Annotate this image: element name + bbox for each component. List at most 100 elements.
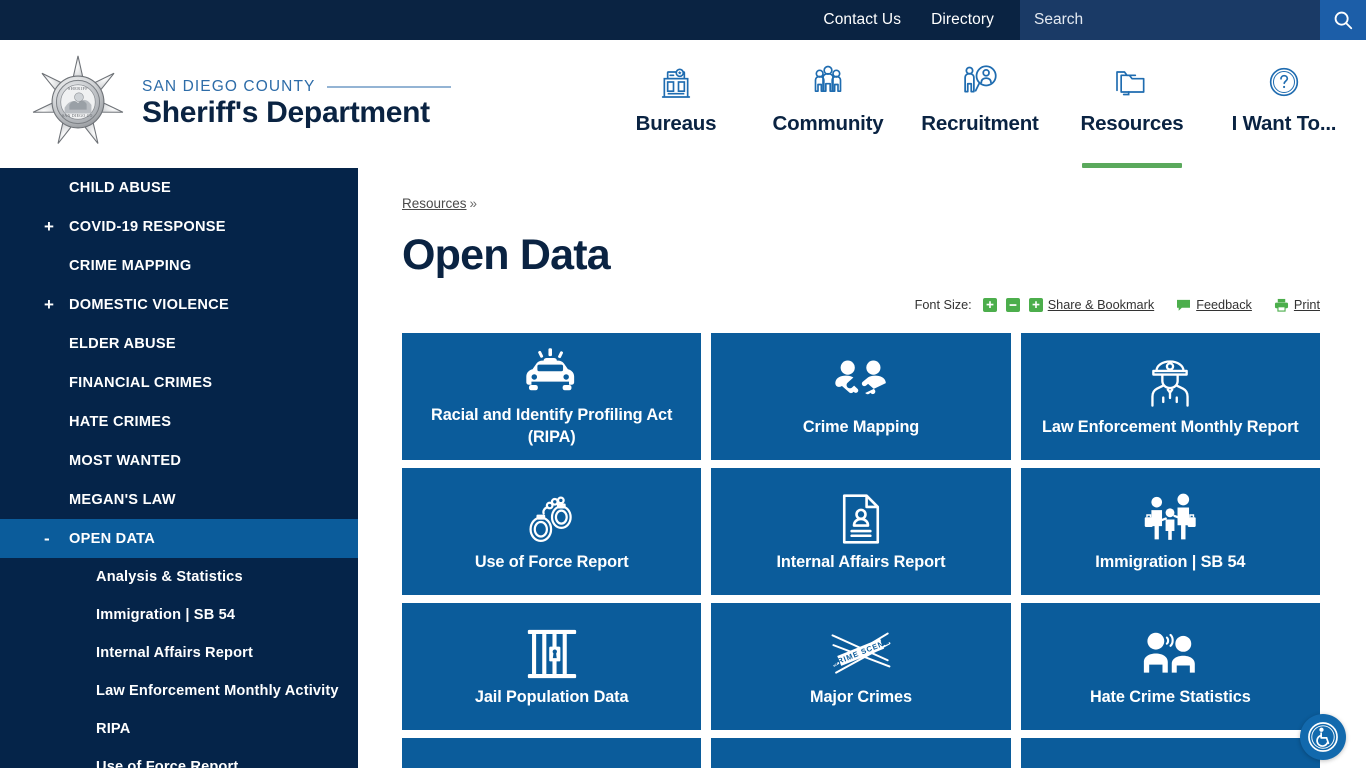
sidebar-item-label: CRIME MAPPING <box>69 257 192 274</box>
sidebar-item-immigration-sb-54[interactable]: Immigration | SB 54 <box>0 596 358 634</box>
tile-use-of-force-report[interactable]: Use of Force Report <box>402 468 702 596</box>
sidebar-item-financial-crimes[interactable]: FINANCIAL CRIMES <box>0 363 358 402</box>
feedback-label[interactable]: Feedback <box>1196 298 1252 312</box>
tile-partial-row-3[interactable] <box>1020 738 1320 768</box>
sidebar-item-law-enforcement-monthly-activity[interactable]: Law Enforcement Monthly Activity <box>0 672 358 710</box>
search-submit-button[interactable] <box>1320 0 1366 40</box>
sidebar-item-most-wanted[interactable]: MOST WANTED <box>0 441 358 480</box>
font-size-decrease-button[interactable] <box>1005 298 1020 313</box>
question-mark-circle-icon <box>1264 60 1304 104</box>
tile-crime-mapping[interactable]: Crime Mapping <box>711 333 1011 461</box>
nav-active-underline-community <box>778 163 878 168</box>
tile-law-enforcement-monthly-report[interactable]: Law Enforcement Monthly Report <box>1020 333 1320 461</box>
family-luggage-icon <box>1139 488 1201 550</box>
sidebar-item-internal-affairs-report[interactable]: Internal Affairs Report <box>0 634 358 672</box>
speech-bubble-icon <box>1177 299 1191 311</box>
nav-item-resources[interactable]: Resources <box>1056 50 1208 168</box>
sidebar-item-label: OPEN DATA <box>69 530 156 547</box>
nav-item-i-want-to[interactable]: I Want To... <box>1208 50 1360 168</box>
expand-plus-icon[interactable]: + <box>44 218 54 235</box>
tile-label: Major Crimes <box>810 687 912 706</box>
tile-partial-row-2[interactable] <box>711 738 1011 768</box>
nav-label-recruitment: Recruitment <box>921 112 1039 135</box>
breadcrumb-link-resources[interactable]: Resources <box>402 196 467 211</box>
sidebar-item-hate-crimes[interactable]: HATE CRIMES <box>0 402 358 441</box>
nav-item-bureaus[interactable]: Bureaus <box>600 50 752 168</box>
sidebar-item-label: DOMESTIC VIOLENCE <box>69 296 229 313</box>
sidebar-item-label: ELDER ABUSE <box>69 335 176 352</box>
sidebar-item-crime-mapping[interactable]: CRIME MAPPING <box>0 246 358 285</box>
sidebar-item-label: FINANCIAL CRIMES <box>69 374 213 391</box>
sidebar-item-label: Analysis & Statistics <box>96 569 243 585</box>
tile-major-crimes[interactable]: CRIME SCENE Major Crimes <box>711 603 1011 731</box>
sidebar-item-open-data[interactable]: - OPEN DATA <box>0 519 358 558</box>
site-logo-link[interactable]: SHERIFF SAN DIEGO CO. SAN DIEGO COUNTY S… <box>0 40 452 150</box>
tile-label: Internal Affairs Report <box>776 552 946 571</box>
sidebar-item-megans-law[interactable]: MEGAN'S LAW <box>0 480 358 519</box>
sidebar-item-ripa[interactable]: RIPA <box>0 710 358 748</box>
tile-label: Law Enforcement Monthly Report <box>1042 417 1299 436</box>
sidebar-item-label: RIPA <box>96 721 131 737</box>
police-officer-icon <box>1144 353 1196 415</box>
crime-scene-tape-icon: CRIME SCENE <box>829 623 893 685</box>
font-size-label: Font Size: <box>914 298 972 313</box>
sidebar-item-analysis-statistics[interactable]: Analysis & Statistics <box>0 558 358 596</box>
sidebar-item-label: Immigration | SB 54 <box>96 607 236 623</box>
print-label[interactable]: Print <box>1294 298 1320 312</box>
share-bookmark-button[interactable]: Share & Bookmark <box>1028 298 1154 313</box>
nav-label-bureaus: Bureaus <box>635 112 717 135</box>
accessibility-widget-button[interactable] <box>1300 714 1346 760</box>
sidebar-item-use-of-force-report[interactable]: Use of Force Report <box>0 748 358 768</box>
tile-label: Crime Mapping <box>802 417 920 436</box>
site-search <box>1020 0 1366 40</box>
brand-county: SAN DIEGO COUNTY <box>142 78 316 95</box>
nav-item-community[interactable]: Community <box>752 50 904 168</box>
print-button[interactable]: Print <box>1274 298 1320 312</box>
page-body: CHILD ABUSE + COVID-19 RESPONSE CRIME MA… <box>0 168 1366 768</box>
sidebar-item-domestic-violence[interactable]: + DOMESTIC VIOLENCE <box>0 285 358 324</box>
brand-name: Sheriff's Department <box>142 96 430 129</box>
collapse-minus-icon[interactable]: - <box>44 530 50 547</box>
breadcrumb: Resources» <box>402 196 1342 211</box>
share-plus-icon-box[interactable] <box>1028 298 1043 313</box>
plus-square-icon <box>1032 301 1040 309</box>
top-link-directory[interactable]: Directory <box>931 11 994 29</box>
top-link-contact-us[interactable]: Contact Us <box>823 11 901 29</box>
expand-plus-icon[interactable]: + <box>44 296 54 313</box>
svg-text:SAN DIEGO CO.: SAN DIEGO CO. <box>62 114 94 118</box>
tile-hate-crime-statistics[interactable]: Hate Crime Statistics <box>1020 603 1320 731</box>
handshake-people-icon <box>830 353 892 415</box>
nav-active-underline-i-want-to <box>1234 163 1334 168</box>
sidebar-item-covid-19-response[interactable]: + COVID-19 RESPONSE <box>0 207 358 246</box>
sidebar-item-elder-abuse[interactable]: ELDER ABUSE <box>0 324 358 363</box>
sheriff-star-badge-icon: SHERIFF SAN DIEGO CO. <box>32 55 124 144</box>
police-car-icon <box>521 343 583 403</box>
tile-ripa[interactable]: Racial and Identify Profiling Act (RIPA) <box>402 333 702 461</box>
share-bookmark-label[interactable]: Share & Bookmark <box>1048 298 1154 312</box>
plus-square-icon <box>986 301 994 309</box>
sidebar-item-label: Internal Affairs Report <box>96 645 253 661</box>
jail-bars-icon <box>524 623 580 685</box>
sidebar-item-label: COVID-19 RESPONSE <box>69 218 226 235</box>
tile-immigration-sb-54[interactable]: Immigration | SB 54 <box>1020 468 1320 596</box>
sidebar-item-child-abuse[interactable]: CHILD ABUSE <box>0 168 358 207</box>
nav-label-resources: Resources <box>1080 112 1184 135</box>
search-icon <box>1334 11 1353 30</box>
feedback-button[interactable]: Feedback <box>1176 298 1252 312</box>
folder-icon <box>1111 60 1153 104</box>
nav-active-underline-recruitment <box>930 163 1030 168</box>
top-utility-bar: Contact Us Directory <box>0 0 1366 40</box>
search-input[interactable] <box>1020 0 1320 40</box>
tile-partial-row-1[interactable] <box>402 738 702 768</box>
nav-item-recruitment[interactable]: Recruitment <box>904 50 1056 168</box>
government-building-icon <box>656 60 696 104</box>
tile-internal-affairs-report[interactable]: Internal Affairs Report <box>711 468 1011 596</box>
font-size-increase-button[interactable] <box>982 298 997 313</box>
tile-jail-population-data[interactable]: Jail Population Data <box>402 603 702 731</box>
tile-label: Hate Crime Statistics <box>1089 687 1251 706</box>
brand-text: SAN DIEGO COUNTY Sheriff's Department <box>142 74 452 130</box>
page-tools-bar: Font Size: Share & Bookmark Feedback Pri… <box>402 298 1342 313</box>
tile-label: Jail Population Data <box>474 687 629 706</box>
open-data-tile-grid: Racial and Identify Profiling Act (RIPA)… <box>402 333 1342 768</box>
tile-label: Use of Force Report <box>474 552 629 571</box>
